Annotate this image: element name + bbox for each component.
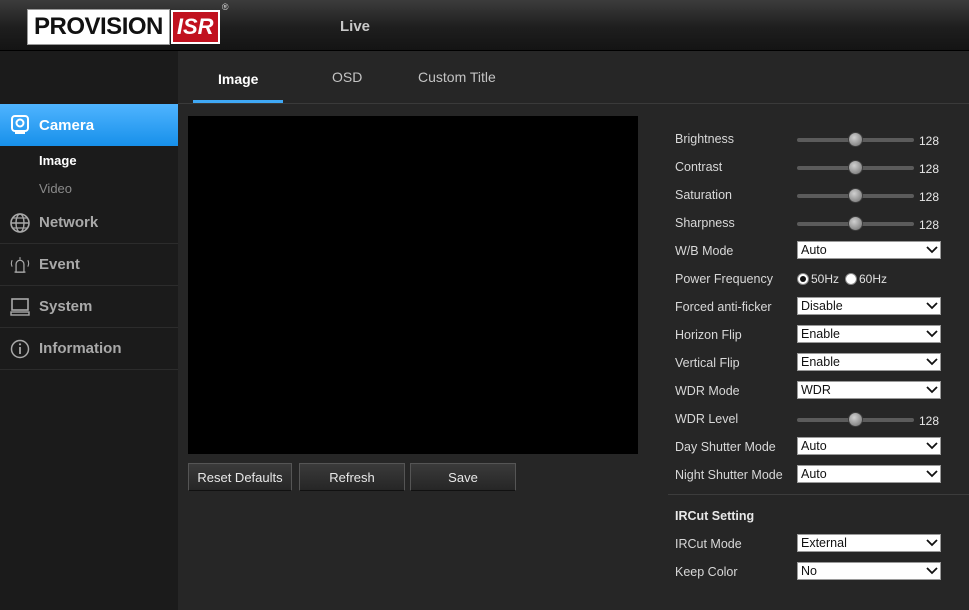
tab-image[interactable]: Image [218, 71, 258, 87]
day-shutter-label: Day Shutter Mode [675, 440, 776, 454]
forced-antiflicker-value: Disable [801, 299, 843, 313]
section-divider [668, 494, 969, 495]
radio-60hz[interactable] [845, 273, 857, 285]
chevron-down-icon [926, 330, 938, 338]
contrast-value: 128 [919, 162, 940, 176]
keep-color-select[interactable]: No [797, 562, 941, 580]
sidebar-item-label: Camera [39, 116, 95, 134]
info-icon [9, 338, 31, 360]
night-shutter-label: Night Shutter Mode [675, 468, 783, 482]
sidebar: Camera Image Video Network Event System … [0, 51, 189, 610]
chevron-down-icon [926, 470, 938, 478]
chevron-down-icon [926, 567, 938, 575]
wb-mode-value: Auto [801, 243, 827, 257]
logo-registered: ® [221, 2, 229, 12]
wdr-mode-label: WDR Mode [675, 384, 740, 398]
tab-osd[interactable]: OSD [332, 69, 362, 85]
refresh-button[interactable]: Refresh [299, 463, 405, 491]
contrast-label: Contrast [675, 160, 723, 174]
sidebar-item-camera[interactable]: Camera [0, 104, 189, 146]
day-shutter-select[interactable]: Auto [797, 437, 941, 455]
vertical-flip-select[interactable]: Enable [797, 353, 941, 371]
top-bar: PROVISION ISR ® Live [0, 0, 969, 51]
sidebar-sub-item-image[interactable]: Image [39, 153, 77, 168]
saturation-label: Saturation [675, 188, 732, 202]
day-shutter-value: Auto [801, 439, 827, 453]
ircut-section-heading: IRCut Setting [675, 509, 755, 523]
wb-mode-select[interactable]: Auto [797, 241, 941, 259]
network-icon [9, 212, 31, 234]
chevron-down-icon [926, 442, 938, 450]
vertical-flip-label: Vertical Flip [675, 356, 740, 370]
chevron-down-icon [926, 358, 938, 366]
tab-bar: Image OSD Custom Title [178, 51, 969, 104]
sharpness-value: 128 [919, 218, 940, 232]
night-shutter-value: Auto [801, 467, 827, 481]
brightness-label: Brightness [675, 132, 735, 146]
vertical-flip-value: Enable [801, 355, 840, 369]
sidebar-item-event[interactable]: Event [0, 244, 178, 286]
sidebar-item-label: System [39, 298, 93, 315]
saturation-slider-handle[interactable] [848, 188, 863, 203]
keep-color-label: Keep Color [675, 565, 738, 579]
power-frequency-label: Power Frequency [675, 272, 773, 286]
active-tab-indicator [193, 100, 283, 103]
main-content: Image OSD Custom Title Reset Defaults Re… [178, 51, 969, 610]
night-shutter-select[interactable]: Auto [797, 465, 941, 483]
horizon-flip-select[interactable]: Enable [797, 325, 941, 343]
forced-antiflicker-select[interactable]: Disable [797, 297, 941, 315]
brightness-slider-handle[interactable] [848, 132, 863, 147]
power-frequency-group: 50Hz 60Hz [797, 272, 907, 287]
video-preview [188, 116, 638, 454]
sidebar-item-label: Information [39, 340, 122, 357]
wdr-level-label: WDR Level [675, 412, 739, 426]
contrast-slider-handle[interactable] [848, 160, 863, 175]
chevron-down-icon [926, 246, 938, 254]
radio-50hz[interactable] [797, 273, 809, 285]
horizon-flip-label: Horizon Flip [675, 328, 742, 342]
horizon-flip-value: Enable [801, 327, 840, 341]
sidebar-item-system[interactable]: System [0, 286, 178, 328]
wdr-level-value: 128 [919, 414, 940, 428]
keep-color-value: No [801, 564, 817, 578]
chevron-down-icon [926, 539, 938, 547]
brightness-value: 128 [919, 134, 940, 148]
monitor-icon [9, 296, 31, 318]
camera-icon [9, 114, 31, 136]
radio-60hz-label: 60Hz [859, 272, 888, 286]
logo-text: PROVISION [27, 9, 170, 45]
ircut-mode-select[interactable]: External [797, 534, 941, 552]
provision-isr-logo: PROVISION ISR ® [27, 2, 229, 45]
tab-custom-title[interactable]: Custom Title [418, 69, 496, 85]
sidebar-item-label: Network [39, 214, 99, 231]
chevron-down-icon [926, 302, 938, 310]
chevron-down-icon [926, 386, 938, 394]
live-link[interactable]: Live [340, 18, 370, 35]
sharpness-slider-handle[interactable] [848, 216, 863, 231]
wdr-mode-value: WDR [801, 383, 831, 397]
radio-50hz-label: 50Hz [811, 272, 840, 286]
wdr-level-slider-handle[interactable] [848, 412, 863, 427]
wb-mode-label: W/B Mode [675, 244, 734, 258]
reset-defaults-button[interactable]: Reset Defaults [188, 463, 292, 491]
sharpness-label: Sharpness [675, 216, 735, 230]
sidebar-item-information[interactable]: Information [0, 328, 178, 370]
logo-isr: ISR [170, 10, 220, 44]
saturation-value: 128 [919, 190, 940, 204]
forced-antiflicker-label: Forced anti-ficker [675, 300, 772, 314]
ircut-mode-label: IRCut Mode [675, 537, 742, 551]
sidebar-item-label: Event [39, 256, 80, 273]
ircut-mode-value: External [801, 536, 847, 550]
wdr-mode-select[interactable]: WDR [797, 381, 941, 399]
save-button[interactable]: Save [410, 463, 516, 491]
sidebar-item-network[interactable]: Network [0, 202, 178, 244]
sidebar-sub-item-video[interactable]: Video [39, 181, 72, 196]
alarm-icon [9, 254, 31, 276]
